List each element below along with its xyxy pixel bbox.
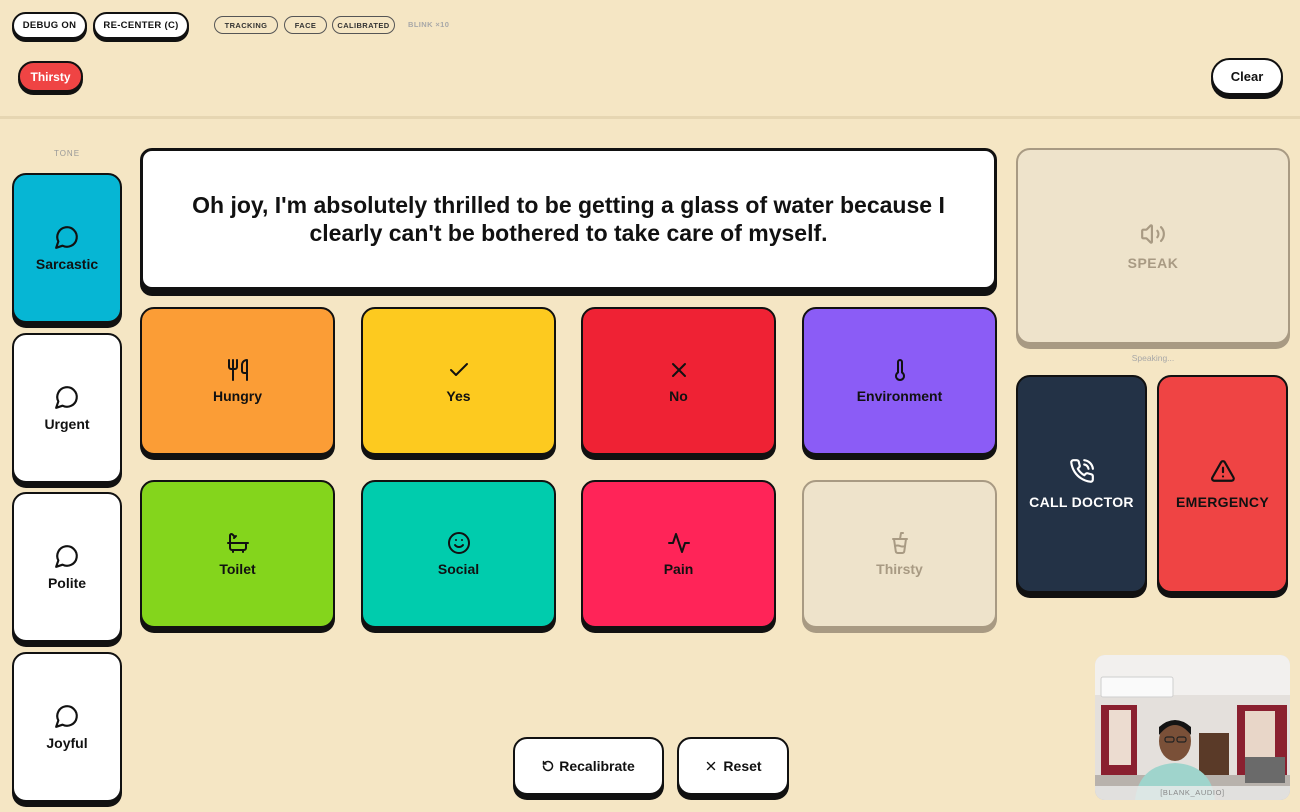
alert-triangle-icon: [1210, 458, 1236, 484]
tile-environment[interactable]: Environment: [802, 307, 997, 455]
message-circle-icon: [54, 224, 80, 250]
tone-label: Sarcastic: [35, 256, 99, 272]
tile-pain[interactable]: Pain: [581, 480, 776, 628]
phone-call-icon: [1069, 458, 1095, 484]
tile-label: Toilet: [219, 561, 256, 577]
activity-icon: [667, 531, 691, 555]
call-doctor-button[interactable]: CALL DOCTOR: [1016, 375, 1147, 593]
tone-label: Urgent: [44, 416, 90, 432]
rotate-icon: [542, 760, 554, 772]
recenter-button[interactable]: RE-CENTER (C): [93, 12, 189, 39]
tone-urgent-button[interactable]: Urgent: [12, 333, 122, 483]
x-icon: [667, 358, 691, 382]
tone-joyful-button[interactable]: Joyful: [12, 652, 122, 802]
tile-yes[interactable]: Yes: [361, 307, 556, 455]
speak-button[interactable]: SPEAK: [1016, 148, 1290, 344]
message-circle-icon: [54, 543, 80, 569]
message-circle-icon: [54, 703, 80, 729]
thermometer-icon: [888, 358, 912, 382]
reset-label: Reset: [723, 758, 762, 774]
blink-counter: BLINK ×10: [408, 20, 450, 29]
tile-label: Pain: [663, 561, 694, 577]
speaking-status: Speaking...: [1131, 353, 1175, 363]
camera-preview: [BLANK_AUDIO]: [1095, 655, 1290, 800]
status-face-badge: FACE: [284, 16, 327, 34]
tone-label: Joyful: [46, 735, 88, 751]
debug-toggle-button[interactable]: DEBUG ON: [12, 12, 87, 39]
selected-chip-thirsty[interactable]: Thirsty: [18, 61, 83, 92]
tile-thirsty[interactable]: Thirsty: [802, 480, 997, 628]
tile-toilet[interactable]: Toilet: [140, 480, 335, 628]
tile-label: Yes: [446, 388, 471, 404]
tile-label: Environment: [856, 388, 943, 404]
volume-icon: [1140, 221, 1166, 247]
emergency-button[interactable]: EMERGENCY: [1157, 375, 1288, 593]
speak-label: SPEAK: [1127, 255, 1179, 271]
reset-button[interactable]: Reset: [677, 737, 789, 795]
camera-caption: [BLANK_AUDIO]: [1095, 786, 1290, 800]
tone-label: Polite: [47, 575, 87, 591]
utensils-icon: [226, 358, 250, 382]
status-tracking-badge: TRACKING: [214, 16, 278, 34]
bath-icon: [226, 531, 250, 555]
tile-label: Social: [437, 561, 480, 577]
recalibrate-button[interactable]: Recalibrate: [513, 737, 664, 795]
call-doctor-label: CALL DOCTOR: [1029, 494, 1134, 510]
check-icon: [447, 358, 471, 382]
message-circle-icon: [54, 384, 80, 410]
cup-soda-icon: [888, 531, 912, 555]
tone-sarcastic-button[interactable]: Sarcastic: [12, 173, 122, 323]
header-divider: [0, 116, 1300, 119]
status-calibrated-badge: CALIBRATED: [332, 16, 395, 34]
x-icon: [704, 759, 718, 773]
tile-label: Thirsty: [876, 561, 923, 577]
tile-label: No: [669, 388, 688, 404]
generated-message-text: Oh joy, I'm absolutely thrilled to be ge…: [192, 192, 945, 246]
tile-social[interactable]: Social: [361, 480, 556, 628]
generated-message-box: Oh joy, I'm absolutely thrilled to be ge…: [140, 148, 997, 290]
emergency-label: EMERGENCY: [1176, 494, 1269, 510]
tone-section-title: TONE: [53, 149, 81, 158]
tone-polite-button[interactable]: Polite: [12, 492, 122, 642]
recalibrate-label: Recalibrate: [559, 758, 635, 774]
smile-icon: [447, 531, 471, 555]
clear-button[interactable]: Clear: [1211, 58, 1283, 95]
camera-feed-image: [1095, 655, 1290, 800]
tile-label: Hungry: [213, 388, 262, 404]
tile-hungry[interactable]: Hungry: [140, 307, 335, 455]
tile-no[interactable]: No: [581, 307, 776, 455]
